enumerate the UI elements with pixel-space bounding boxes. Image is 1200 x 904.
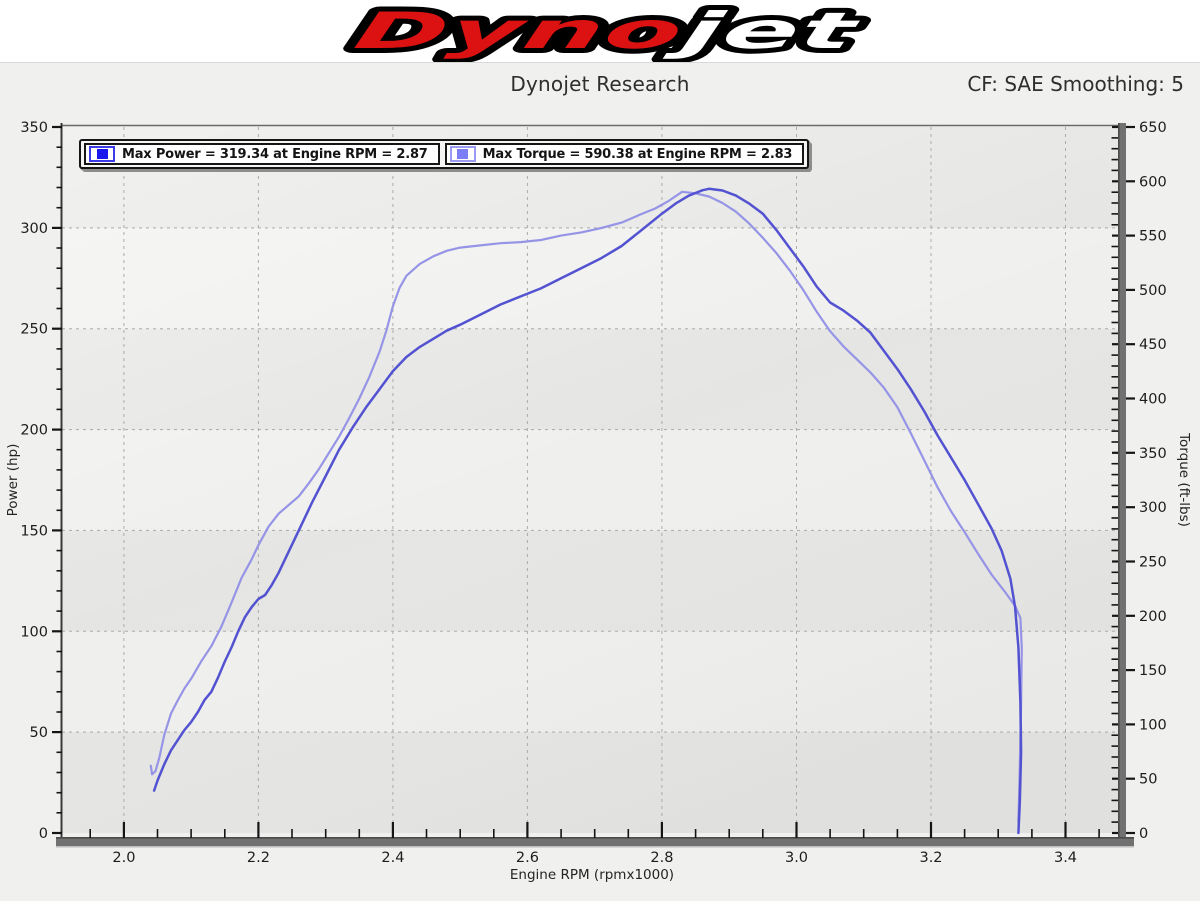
legend-entry-torque: Max Torque = 590.38 at Engine RPM = 2.83 bbox=[445, 143, 805, 165]
chart-panel bbox=[0, 62, 1200, 901]
logo-bar: Dynojet bbox=[0, 0, 1200, 62]
logo-text-jet: jet bbox=[661, 2, 865, 60]
logo-text-dyno: Dyno bbox=[349, 2, 691, 60]
dynojet-logo: Dynojet bbox=[310, 0, 890, 62]
chart-legend: Max Power = 319.34 at Engine RPM = 2.87 M… bbox=[79, 139, 809, 169]
legend-label: Max Torque = 590.38 at Engine RPM = 2.83 bbox=[483, 147, 793, 162]
correction-smoothing-label: CF: SAE Smoothing: 5 bbox=[967, 72, 1184, 96]
legend-swatch-icon bbox=[450, 146, 476, 162]
legend-label: Max Power = 319.34 at Engine RPM = 2.87 bbox=[122, 147, 428, 162]
legend-swatch-icon bbox=[89, 146, 115, 162]
legend-entry-power: Max Power = 319.34 at Engine RPM = 2.87 bbox=[84, 143, 440, 165]
svg-text:Dynojet: Dynojet bbox=[349, 2, 865, 60]
